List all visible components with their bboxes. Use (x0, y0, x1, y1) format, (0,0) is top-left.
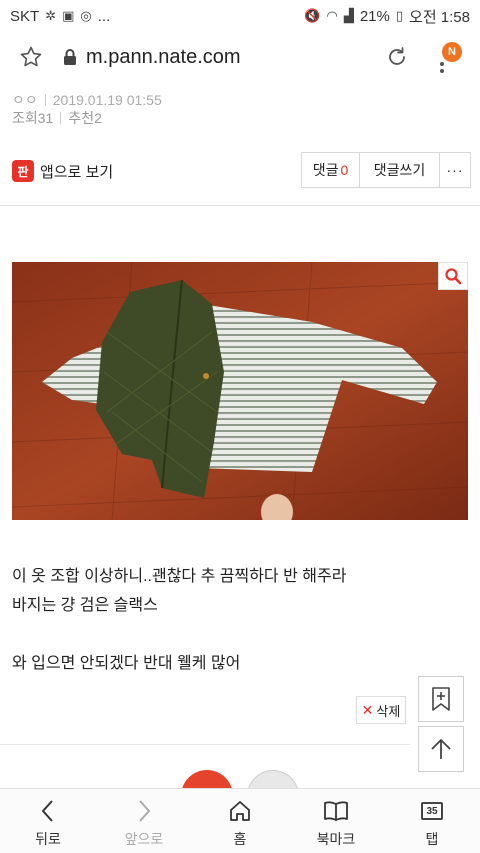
nav-back[interactable]: 뒤로 (0, 789, 96, 853)
nav-tabs-label: 탭 (425, 831, 439, 847)
content-line-1: 이 옷 조합 이상하니..괜찮다 추 끔찍하다 반 해주라 (12, 568, 347, 585)
more-notifications: ... (97, 7, 111, 25)
carrier-label: SKT (10, 7, 40, 25)
back-arrow-icon (35, 798, 61, 824)
nav-bookmarks[interactable]: 북마크 (288, 789, 384, 853)
bluetooth-icon: ✲ (45, 8, 57, 23)
more-options-button[interactable]: ··· (440, 153, 470, 187)
browser-bottom-nav: 뒤로 앞으로 홈 북마크 35 탭 (0, 788, 480, 853)
nav-back-label: 뒤로 (35, 831, 61, 847)
nav-tabs[interactable]: 35 탭 (384, 789, 480, 853)
post-content: 이 옷 조합 이상하니..괜찮다 추 끔찍하다 반 해주라 바지는 걍 검은 슬… (12, 562, 452, 678)
post-recommends: 추천2 (68, 110, 102, 126)
delete-x-icon: ✕ (361, 701, 374, 718)
browser-url-bar: m.pann.nate.com N (0, 32, 480, 82)
open-in-app-link[interactable]: 판 앱으로 보기 (12, 160, 113, 182)
delete-label: 삭제 (376, 703, 401, 719)
url-text[interactable]: m.pann.nate.com (86, 46, 241, 69)
content-line-2: 바지는 걍 검은 슬랙스 (12, 597, 158, 614)
mute-icon: 🔇 (304, 8, 321, 23)
content-divider (0, 744, 410, 745)
post-photo (12, 262, 468, 520)
post-date: 2019.01.19 01:55 (52, 92, 162, 108)
add-bookmark-float-button[interactable] (418, 676, 464, 722)
post-views: 조회31 (12, 110, 54, 126)
nav-bookmarks-label: 북마크 (316, 831, 356, 847)
book-icon (323, 798, 349, 824)
nav-home[interactable]: 홈 (192, 789, 288, 853)
comment-button-group: 댓글 0 댓글쓰기 ··· (301, 152, 471, 188)
write-comment-button[interactable]: 댓글쓰기 (360, 153, 440, 187)
browser-menu-button[interactable]: N (432, 38, 468, 76)
comments-label: 댓글 (312, 162, 339, 178)
pann-logo-icon: 판 (12, 160, 34, 182)
notification-icon: ◎ (80, 8, 92, 23)
open-in-app-label: 앱으로 보기 (40, 163, 114, 181)
comments-count: 0 (340, 162, 349, 178)
nav-forward-label: 앞으로 (124, 831, 164, 847)
menu-badge: N (442, 42, 462, 62)
image-icon: ▣ (62, 8, 75, 23)
forward-arrow-icon (131, 798, 157, 824)
delete-button[interactable]: ✕ 삭제 (356, 696, 406, 724)
tabs-count: 35 (421, 802, 443, 820)
scroll-top-button[interactable] (418, 726, 464, 772)
comments-button[interactable]: 댓글 0 (302, 153, 360, 187)
zoom-icon[interactable] (438, 262, 468, 290)
battery-icon: ▯ (395, 8, 404, 23)
content-line-3: 와 입으면 안되겠다 반대 웰케 많어 (12, 655, 241, 672)
home-icon (227, 798, 253, 824)
bookmark-star-icon[interactable] (14, 40, 48, 74)
wifi-icon: ◠ (326, 8, 338, 23)
status-bar: SKT ✲ ▣ ◎ ... 🔇 ◠ ▟ 21% ▯ 오전 1:58 (0, 0, 480, 32)
post-action-row: 판 앱으로 보기 댓글 0 댓글쓰기 ··· (0, 150, 480, 206)
tabs-icon: 35 (419, 798, 445, 824)
battery-percent: 21% (359, 7, 390, 25)
clock: 오전 1:58 (409, 8, 470, 26)
signal-icon: ▟ (343, 8, 354, 23)
nav-forward[interactable]: 앞으로 (96, 789, 192, 853)
nav-home-label: 홈 (233, 831, 247, 847)
post-author: ㅇㅇ (12, 92, 38, 108)
reload-icon[interactable] (380, 40, 414, 74)
lock-icon (62, 48, 78, 66)
post-title-cut (12, 76, 212, 86)
